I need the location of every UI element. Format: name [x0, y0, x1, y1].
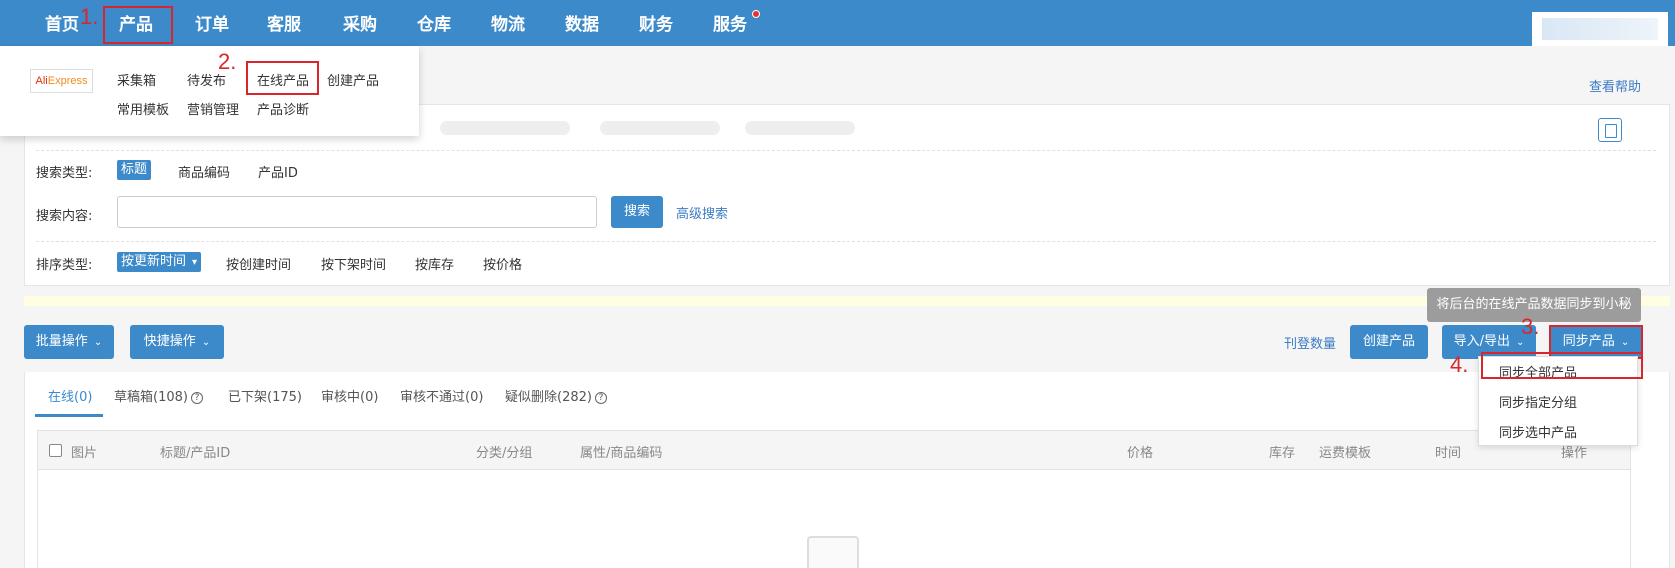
tab-suspected-deleted[interactable]: 疑似删除(282)? — [505, 386, 607, 405]
chevron-down-icon: ⌄ — [93, 337, 103, 348]
nav-services[interactable]: 服务 — [710, 0, 750, 46]
col-shipping-template: 运费模板 — [1319, 446, 1372, 461]
sync-selected-products[interactable]: 同步选中产品 — [1499, 422, 1577, 441]
shop-filter-blur-1 — [440, 121, 570, 135]
aliexpress-logo: AliExpress — [30, 69, 93, 93]
help-icon[interactable]: ? — [190, 391, 203, 404]
divider — [36, 150, 1656, 151]
sort-price[interactable]: 按价格 — [483, 254, 522, 273]
tab-drafts[interactable]: 草稿箱(108)? — [114, 386, 203, 405]
sync-specified-group[interactable]: 同步指定分组 — [1499, 392, 1577, 411]
nav-home[interactable]: 首页 — [44, 0, 80, 46]
shop-filter-blur-3 — [745, 121, 855, 135]
sort-selected-label: 按更新时间 — [121, 254, 187, 269]
nav-customer-service[interactable]: 客服 — [264, 0, 304, 46]
tab-review-failed[interactable]: 审核不通过(0) — [400, 386, 483, 405]
divider — [36, 241, 1656, 242]
col-category-group: 分类/分组 — [476, 446, 533, 461]
col-attributes-sku: 属性/商品编码 — [580, 446, 663, 461]
col-stock: 库存 — [1269, 446, 1296, 461]
step-3-label: 3. — [1521, 314, 1540, 339]
highlight-nav-products — [103, 6, 173, 44]
notification-dot — [752, 10, 760, 18]
step-1-label: 1. — [80, 4, 99, 29]
col-price: 价格 — [1127, 446, 1154, 461]
search-type-product-id[interactable]: 产品ID — [258, 162, 298, 181]
nav-orders[interactable]: 订单 — [192, 0, 232, 46]
advanced-search-link[interactable]: 高级搜索 — [676, 203, 728, 222]
chevron-down-icon: ⌄ — [201, 337, 211, 348]
empty-box-icon — [807, 536, 859, 568]
sort-type-label: 排序类型: — [36, 258, 93, 273]
col-time: 时间 — [1435, 446, 1462, 461]
col-image: 图片 — [71, 446, 98, 461]
menu-product-diagnosis[interactable]: 产品诊断 — [257, 99, 309, 118]
col-title-product-id: 标题/产品ID — [160, 446, 231, 461]
nav-data[interactable]: 数据 — [562, 0, 602, 46]
tab-drafts-label: 草稿箱(108) — [114, 390, 188, 405]
step-2-label: 2. — [218, 49, 237, 74]
nav-warehouse[interactable]: 仓库 — [414, 0, 454, 46]
table-header — [37, 430, 1631, 470]
highlight-online-products — [246, 61, 319, 95]
caret-down-icon: ▾ — [192, 257, 198, 268]
batch-operations-button[interactable]: 批量操作 ⌄ — [24, 325, 114, 359]
tab-under-review[interactable]: 审核中(0) — [321, 386, 378, 405]
highlight-sync-all — [1481, 352, 1643, 379]
search-input[interactable] — [117, 196, 597, 228]
nav-finance[interactable]: 财务 — [636, 0, 676, 46]
logo-express-text: Express — [47, 75, 88, 87]
menu-collection-box[interactable]: 采集箱 — [117, 70, 156, 89]
active-tab-indicator — [35, 414, 103, 417]
quick-operations-label: 快捷操作 — [143, 334, 196, 349]
select-all-checkbox[interactable] — [49, 444, 62, 457]
search-button[interactable]: 搜索 — [611, 196, 663, 228]
nav-logistics[interactable]: 物流 — [488, 0, 528, 46]
help-link[interactable]: 查看帮助 — [1589, 76, 1641, 95]
sort-stock[interactable]: 按库存 — [415, 254, 454, 273]
search-type-label: 搜索类型: — [36, 166, 93, 181]
menu-create-product[interactable]: 创建产品 — [327, 70, 379, 89]
step-4-label: 4. — [1450, 352, 1469, 377]
listing-count-link[interactable]: 刊登数量 — [1284, 333, 1336, 352]
notice-bar — [24, 296, 1670, 306]
help-icon[interactable]: ? — [594, 391, 607, 404]
tab-online[interactable]: 在线(0) — [48, 386, 92, 405]
import-export-label: 导入/导出 — [1453, 334, 1510, 349]
shop-filter-blur-2 — [600, 121, 720, 135]
search-type-title[interactable]: 标题 — [117, 160, 152, 180]
quick-operations-button[interactable]: 快捷操作 ⌄ — [130, 325, 224, 359]
logo-ali-text: Ali — [35, 75, 48, 87]
search-type-sku[interactable]: 商品编码 — [178, 162, 230, 181]
print-button[interactable] — [1598, 118, 1622, 142]
search-content-label: 搜索内容: — [36, 209, 93, 224]
tab-suspected-deleted-label: 疑似删除(282) — [505, 390, 592, 405]
user-account-blur — [1542, 18, 1658, 40]
sort-create-time[interactable]: 按创建时间 — [226, 254, 291, 273]
sort-update-time-dropdown[interactable]: 按更新时间 ▾ — [117, 252, 202, 272]
nav-purchasing[interactable]: 采购 — [340, 0, 380, 46]
menu-templates[interactable]: 常用模板 — [117, 99, 169, 118]
top-nav-bar — [0, 0, 1675, 46]
sort-delist-time[interactable]: 按下架时间 — [321, 254, 386, 273]
create-product-button[interactable]: 创建产品 — [1350, 325, 1428, 359]
batch-operations-label: 批量操作 — [35, 334, 88, 349]
menu-marketing[interactable]: 营销管理 — [187, 99, 239, 118]
user-account-box[interactable] — [1532, 12, 1668, 46]
tab-delisted[interactable]: 已下架(175) — [228, 386, 302, 405]
